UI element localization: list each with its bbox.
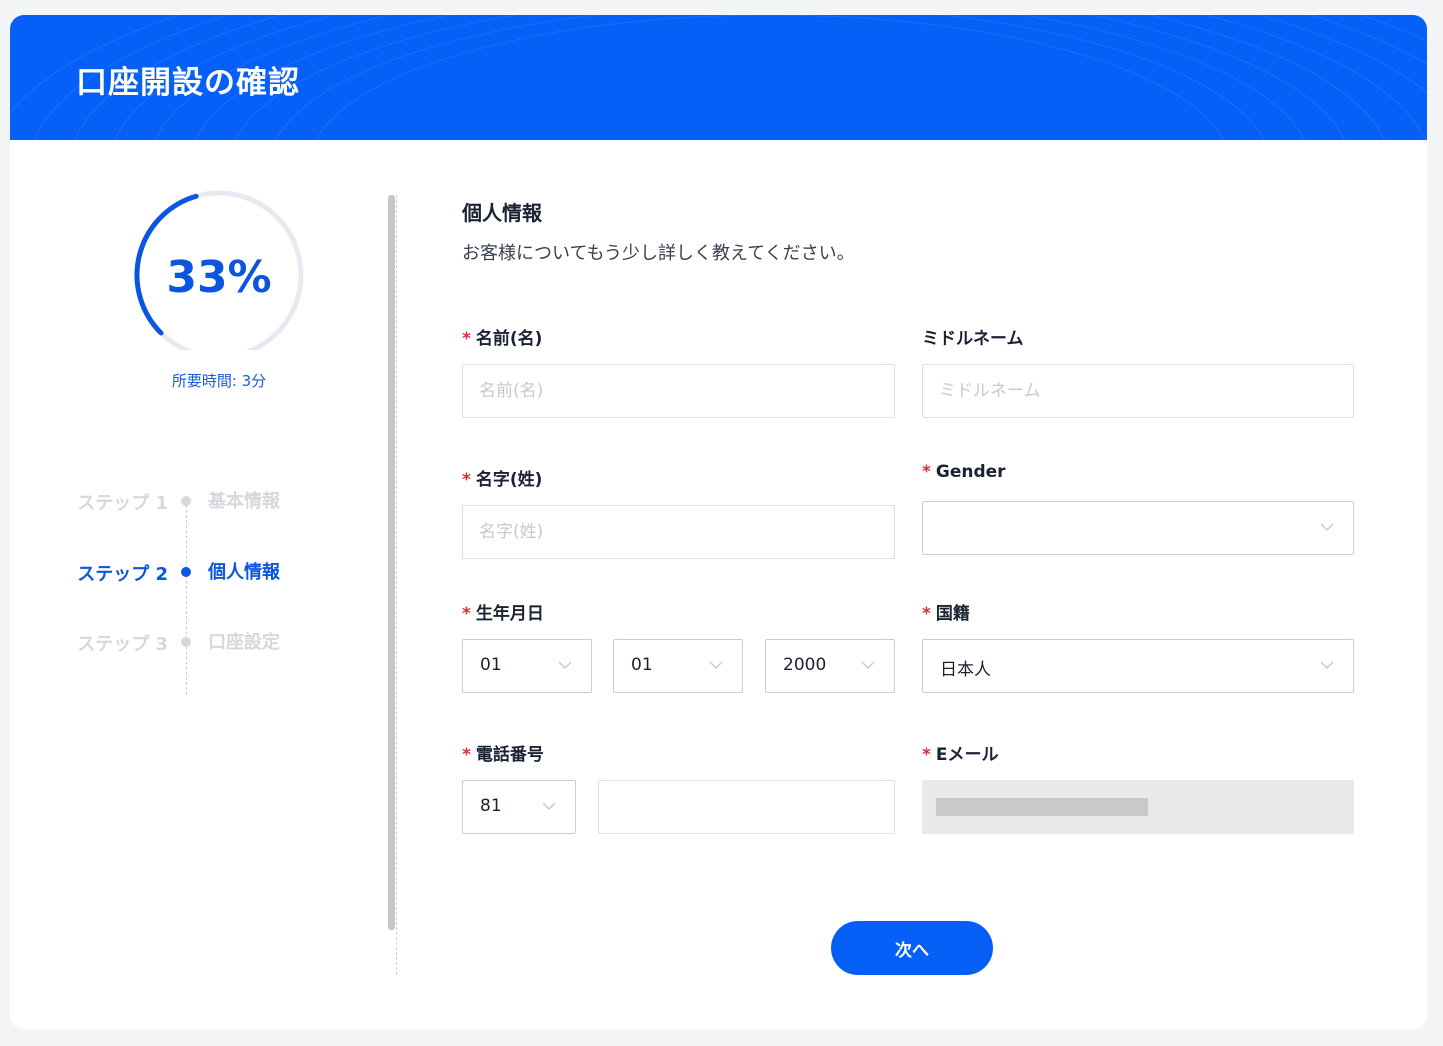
phone-country-code-select[interactable]: 81 bbox=[462, 780, 576, 834]
middle-name-label: ミドルネーム bbox=[922, 329, 1024, 349]
birth-year-value: 2000 bbox=[783, 655, 827, 675]
step-2-label: ステップ 2 bbox=[77, 564, 168, 585]
last-name-label-text: 名字(姓) bbox=[475, 470, 543, 490]
birth-day-value: 01 bbox=[480, 655, 502, 675]
birth-month-select[interactable]: 01 bbox=[613, 639, 743, 693]
gender-label: * Gender bbox=[922, 462, 1006, 482]
nationality-select[interactable]: 日本人 bbox=[922, 639, 1354, 693]
middle-name-input[interactable] bbox=[922, 364, 1354, 418]
step-1-dot bbox=[181, 496, 191, 506]
email-field bbox=[922, 780, 1354, 834]
step-2-dot bbox=[181, 567, 191, 577]
section-title: 個人情報 bbox=[462, 201, 542, 225]
first-name-input[interactable] bbox=[462, 364, 895, 418]
left-panel-scrollbar[interactable] bbox=[388, 195, 395, 930]
birth-month-value: 01 bbox=[631, 655, 653, 675]
chevron-down-icon bbox=[709, 661, 723, 669]
steps-connector bbox=[186, 505, 187, 695]
progress-percent: 33% bbox=[166, 252, 272, 303]
required-mark: * bbox=[922, 604, 931, 624]
step-3: ステップ 3 口座設定 bbox=[10, 626, 390, 656]
email-redacted-value bbox=[936, 798, 1148, 816]
nationality-label-text: 国籍 bbox=[935, 604, 970, 624]
required-mark: * bbox=[922, 745, 931, 765]
step-3-dot bbox=[181, 637, 191, 647]
step-1-name: 基本情報 bbox=[208, 491, 280, 512]
phone-number-input[interactable] bbox=[598, 780, 895, 834]
last-name-label: * 名字(姓) bbox=[462, 465, 542, 490]
chevron-down-icon bbox=[1320, 523, 1334, 531]
phone-label-text: 電話番号 bbox=[475, 745, 544, 765]
first-name-label-text: 名前(名) bbox=[475, 329, 543, 349]
last-name-input[interactable] bbox=[462, 505, 895, 559]
step-3-label: ステップ 3 bbox=[77, 634, 168, 655]
chevron-down-icon bbox=[542, 802, 556, 810]
required-mark: * bbox=[462, 604, 471, 624]
nationality-label: * 国籍 bbox=[922, 599, 970, 624]
column-divider bbox=[396, 195, 397, 975]
chevron-down-icon bbox=[861, 661, 875, 669]
required-mark: * bbox=[462, 329, 471, 349]
progress-ring: 33% bbox=[130, 190, 310, 360]
birth-year-select[interactable]: 2000 bbox=[765, 639, 895, 693]
step-2: ステップ 2 個人情報 bbox=[10, 556, 390, 586]
email-label-text: Eメール bbox=[935, 745, 999, 765]
required-mark: * bbox=[462, 470, 471, 490]
birth-day-select[interactable]: 01 bbox=[462, 639, 592, 693]
phone-label: * 電話番号 bbox=[462, 740, 544, 765]
step-1-label: ステップ 1 bbox=[77, 493, 168, 514]
nationality-value: 日本人 bbox=[940, 660, 991, 680]
phone-country-code-value: 81 bbox=[480, 796, 502, 816]
gender-select[interactable] bbox=[922, 501, 1354, 555]
birthdate-label-text: 生年月日 bbox=[475, 604, 544, 624]
estimated-time: 所要時間: 3分 bbox=[171, 372, 267, 390]
page-header: 口座開設の確認 bbox=[10, 15, 1427, 140]
next-button[interactable]: 次へ bbox=[831, 921, 993, 975]
required-mark: * bbox=[922, 462, 931, 482]
birthdate-label: * 生年月日 bbox=[462, 599, 544, 624]
required-mark: * bbox=[462, 745, 471, 765]
chevron-down-icon bbox=[558, 661, 572, 669]
step-1: ステップ 1 基本情報 bbox=[10, 485, 390, 515]
step-3-name: 口座設定 bbox=[208, 632, 280, 653]
chevron-down-icon bbox=[1320, 661, 1334, 669]
gender-label-text: Gender bbox=[935, 462, 1006, 482]
email-label: * Eメール bbox=[922, 740, 999, 765]
page-title: 口座開設の確認 bbox=[76, 65, 300, 101]
step-2-name: 個人情報 bbox=[208, 562, 280, 583]
first-name-label: * 名前(名) bbox=[462, 324, 542, 349]
account-opening-card: 口座開設の確認 33% 所要時間: 3分 ステップ 1 基本情報 ステップ 2 … bbox=[10, 15, 1427, 1029]
section-subtitle: お客様についてもう少し詳しく教えてください。 bbox=[462, 243, 855, 264]
